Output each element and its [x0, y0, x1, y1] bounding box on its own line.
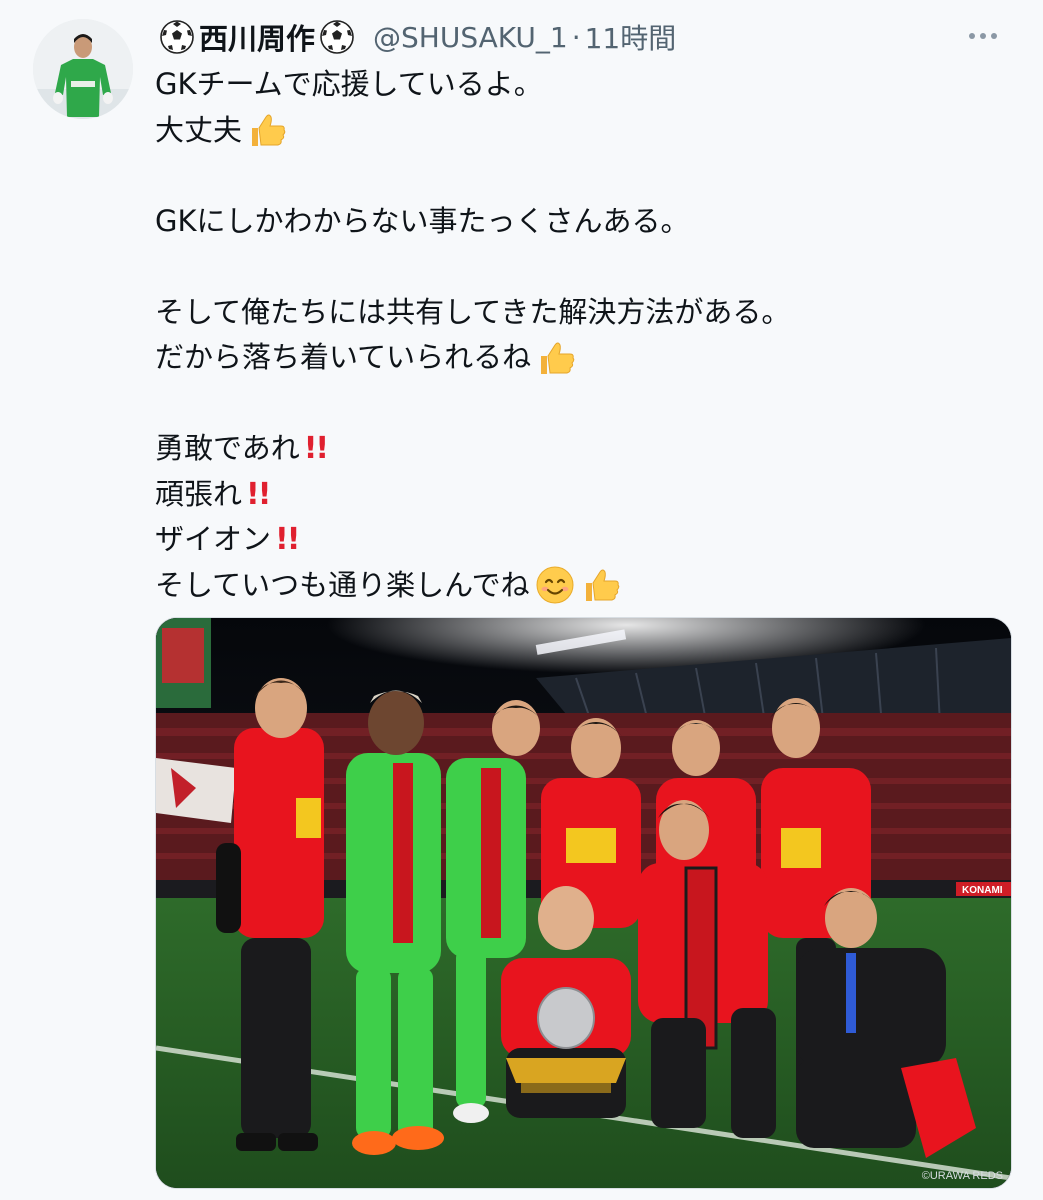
thumbs-up-icon [246, 109, 288, 151]
tweet-line: そしていつも通り楽しんでね [155, 563, 1015, 609]
tweet-line: だから落ち着いていられるね [155, 335, 1015, 381]
separator-dot: · [571, 20, 581, 54]
tweet-line: 大丈夫 [155, 108, 1015, 154]
timestamp[interactable]: 11時間 [585, 17, 677, 57]
tweet-line: そして俺たちには共有してきた解決方法がある。 [155, 294, 791, 329]
tweet-line: GKチームで応援しているよ。 [155, 67, 543, 101]
photo-credit: ©URAWA REDS [921, 1170, 1003, 1182]
tweet-line [155, 381, 1015, 427]
display-name: 西川周作 [199, 22, 316, 56]
tweet: 西川周作 @SHUSAKU_1 · 11時間 GKチームで応援しているよ。 大丈… [0, 0, 1043, 1200]
thumbs-up-icon [535, 337, 577, 379]
double-exclamation-icon: !! [303, 431, 329, 466]
tweet-line: 勇敢であれ !! [155, 426, 1015, 472]
tweet-line: 頑張れ !! [155, 472, 1015, 518]
tweet-line: GKにしかわからない事たっくさんある。 [155, 203, 690, 238]
double-exclamation-icon: !! [246, 476, 271, 512]
tweet-header: 西川周作 @SHUSAKU_1 · 11時間 [155, 14, 676, 60]
tweet-text: GKチームで応援しているよ。 大丈夫 GKにしかわからない事たっくさんある。 そ… [155, 62, 1015, 608]
tweet-photo[interactable]: KONAMI ©URAWA REDS [155, 617, 1012, 1189]
tweet-line [155, 244, 1015, 290]
user-handle[interactable]: @SHUSAKU_1 [373, 21, 568, 54]
avatar[interactable] [33, 19, 133, 119]
double-exclamation-icon: !! [275, 522, 300, 557]
more-options-icon[interactable] [963, 20, 1003, 52]
thumbs-up-icon [580, 564, 622, 606]
tweet-line [155, 153, 1015, 199]
svg-text:KONAMI: KONAMI [962, 885, 1003, 896]
display-name-link[interactable]: 西川周作 [155, 16, 359, 58]
tweet-line: ザイオン !! [155, 517, 1015, 563]
soccer-ball-icon [159, 19, 195, 55]
smiling-face-icon [534, 564, 576, 606]
soccer-ball-icon [319, 19, 355, 55]
